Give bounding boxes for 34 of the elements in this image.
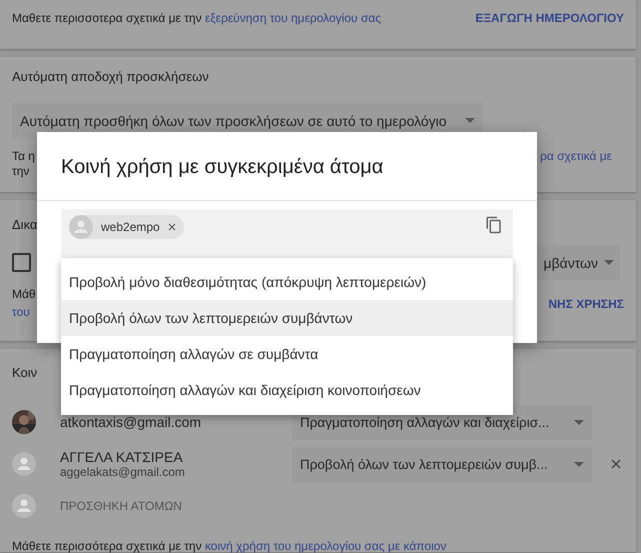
people-input-field[interactable]: web2empo: [61, 209, 513, 259]
person-icon: [69, 215, 93, 239]
section-heading: Κοιν: [12, 365, 38, 381]
menu-option[interactable]: Προβολή όλων των λεπτομερειών συμβάντων: [61, 300, 513, 336]
dialog-title: Κοινή χρήση με συγκεκριμένα άτομα: [37, 132, 537, 201]
menu-option[interactable]: Πραγματοποίηση αλλαγών σε συμβάντα: [61, 336, 513, 372]
help-link[interactable]: του: [12, 305, 36, 320]
person-email: aggelakats@gmail.com: [60, 465, 186, 479]
checkbox[interactable]: [12, 253, 31, 272]
section-heading: Δικα: [12, 217, 38, 233]
add-people-button[interactable]: ΠΡΟΣΘΗΚΗ ΑΤΟΜΩΝ: [60, 499, 182, 513]
permission-select[interactable]: Προβολή όλων των λεπτομερειών συμβ...: [292, 446, 592, 482]
caret-icon: [574, 420, 584, 424]
caret-icon: [465, 118, 475, 123]
help-text: Μάθετε περισσότερα σχετικά με την κοινή χρήση του ημερολογίου σας με κάποιον: [12, 539, 448, 553]
close-icon[interactable]: [166, 221, 178, 233]
help-link[interactable]: ρα σχετικά με: [540, 149, 612, 164]
copy-icon[interactable]: [485, 215, 503, 235]
chip-label: web2empo: [101, 220, 160, 234]
help-link[interactable]: κοινή χρήση του ημερολογίου σας με κάποιον: [204, 539, 446, 553]
help-text: Τα η: [12, 149, 35, 164]
help-text: Μάθ: [12, 287, 36, 302]
caret-icon: [604, 260, 614, 265]
person-icon: [12, 494, 36, 518]
export-button[interactable]: ΕΞΑΓΩΓΗ ΗΜΕΡΟΛΟΓΙΟΥ: [475, 10, 624, 24]
section-heading: Αυτόματη αποδοχή προσκλήσεων: [12, 69, 209, 85]
person-email: atkontaxis@gmail.com: [60, 414, 202, 430]
person-name: ΑΓΓΕΛΑ ΚΑΤΣΙΡΕΑ: [60, 449, 184, 465]
person-icon: [12, 452, 36, 476]
sharing-button[interactable]: ΝΗΣ ΧΡΗΣΗΣ: [548, 296, 624, 310]
help-link[interactable]: εξερεύνηση του ημερολογίου σας: [204, 10, 382, 24]
caret-icon: [574, 462, 584, 466]
help-text: Μαθετε περισσοτερα σχετικά με την εξερεύνηση του ημερολογίου σας: [12, 10, 382, 24]
help-text: την: [12, 164, 30, 179]
